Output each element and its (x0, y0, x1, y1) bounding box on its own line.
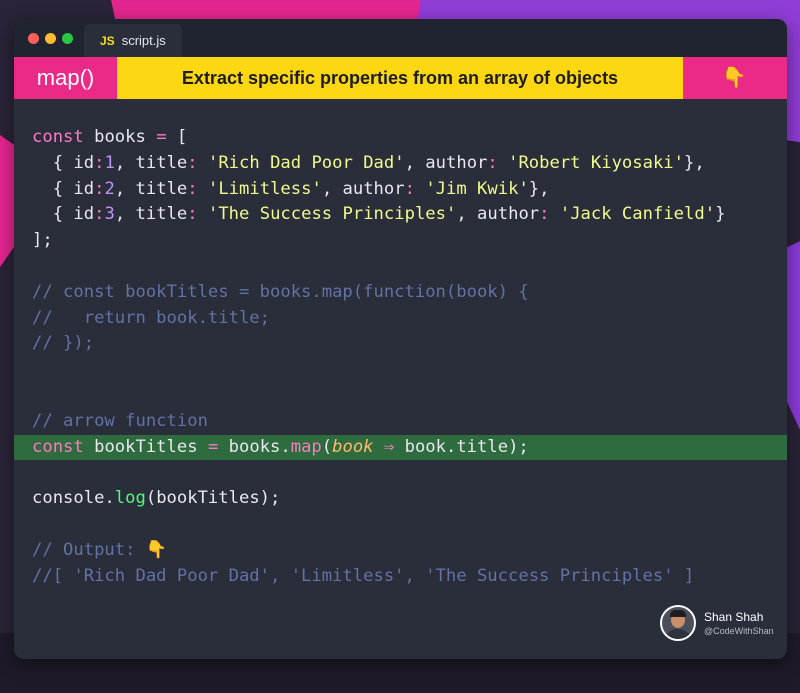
property: title (135, 152, 188, 173)
code-comment: // return book.title; (32, 307, 270, 328)
operator: = (207, 436, 219, 457)
operator: = (156, 127, 167, 147)
keyword: const (32, 436, 84, 457)
punctuation: { (32, 204, 74, 225)
expression: book.title); (404, 436, 529, 457)
code-line: ]; (32, 230, 53, 251)
arrow-operator: ⇒ (373, 436, 405, 457)
string: 'The Success Principles' (207, 204, 457, 225)
punctuation: { (32, 152, 74, 173)
punctuation: , (321, 178, 343, 199)
method-call: map (290, 436, 322, 457)
parameter: book (332, 436, 374, 457)
number: 3 (104, 204, 115, 225)
expression: (bookTitles); (145, 488, 281, 509)
maximize-window-button[interactable] (62, 33, 73, 44)
punctuation: ( (321, 436, 333, 457)
pointing-down-hand-icon: 👇 (145, 539, 168, 560)
identifier: books (83, 127, 157, 147)
punctuation: } (715, 204, 726, 225)
colon: : (94, 204, 105, 225)
method-name: map() (36, 65, 95, 90)
code-comment: // arrow function (32, 410, 208, 431)
identifier: books. (218, 436, 291, 457)
avatar (660, 605, 696, 641)
code-line: { id:2, title: 'Limitless', author: 'Jim… (14, 177, 787, 203)
title-bar: JS script.js (14, 19, 787, 57)
string: 'Robert Kiyosaki' (508, 152, 685, 173)
author-credit[interactable]: Shan Shah @CodeWithShan (660, 602, 774, 644)
code-line: const books = [ (14, 125, 787, 151)
author-info: Shan Shah @CodeWithShan (704, 610, 774, 637)
tab-label: script.js (121, 33, 166, 48)
author-name: Shan Shah (704, 609, 764, 624)
code-comment: // }); (32, 333, 95, 354)
colon: : (404, 178, 426, 199)
avatar-hair (670, 610, 686, 617)
property: author (477, 204, 540, 225)
keyword: const (32, 127, 84, 147)
highlighted-code-line: const bookTitles = books.map(book ⇒ book… (14, 434, 787, 461)
punctuation: [ (166, 127, 188, 147)
code-line: { id:1, title: 'Rich Dad Poor Dad', auth… (14, 151, 787, 177)
identifier: bookTitles (83, 436, 208, 457)
pointing-down-hand-icon: 👇 (721, 67, 747, 89)
colon: : (187, 152, 208, 173)
punctuation: , (456, 204, 478, 225)
string: 'Rich Dad Poor Dad' (207, 152, 405, 173)
string: 'Jack Canfield' (559, 204, 716, 225)
colon: : (187, 204, 208, 225)
punctuation: , (114, 152, 136, 173)
tab-script-js[interactable]: JS script.js (84, 24, 182, 57)
method-call: log (114, 488, 146, 509)
colon: : (487, 152, 509, 173)
property: id (73, 204, 95, 225)
colon: : (94, 178, 105, 199)
colon: : (539, 204, 560, 225)
punctuation: , (114, 178, 136, 199)
identifier: console. (32, 488, 115, 509)
javascript-file-icon: JS (100, 33, 115, 48)
comment-text: // Output: (32, 539, 146, 560)
property: author (342, 178, 405, 199)
close-window-button[interactable] (28, 33, 39, 44)
string: 'Jim Kwik' (425, 178, 529, 199)
punctuation: { (32, 178, 74, 199)
author-handle: @CodeWithShan (704, 625, 774, 636)
banner-title: Extract specific properties from an arra… (117, 57, 683, 99)
code-comment: //[ 'Rich Dad Poor Dad', 'Limitless', 'T… (32, 565, 695, 586)
code-area[interactable]: const books = [ { id:1, title: 'Rich Dad… (14, 125, 787, 589)
property: id (73, 152, 95, 173)
code-editor-window: JS script.js map() Extract specific prop… (14, 19, 787, 659)
topic-banner: map() Extract specific properties from a… (14, 57, 787, 99)
property: title (135, 178, 188, 199)
property: author (425, 152, 488, 173)
code-comment: // Output: 👇 (14, 538, 787, 564)
number: 1 (104, 152, 115, 173)
punctuation: , (114, 204, 136, 225)
avatar-body (665, 629, 691, 639)
colon: : (187, 178, 208, 199)
code-comment: // const bookTitles = books.map(function… (32, 281, 529, 302)
punctuation: , (404, 152, 426, 173)
minimize-window-button[interactable] (45, 33, 56, 44)
punctuation: }, (684, 152, 705, 173)
colon: : (94, 152, 105, 173)
code-line: { id:3, title: 'The Success Principles',… (14, 202, 787, 228)
number: 2 (104, 178, 115, 199)
string: 'Limitless' (207, 178, 322, 199)
property: id (73, 178, 95, 199)
punctuation: }, (528, 178, 550, 199)
code-line: console.log(bookTitles); (14, 486, 787, 512)
property: title (135, 204, 188, 225)
